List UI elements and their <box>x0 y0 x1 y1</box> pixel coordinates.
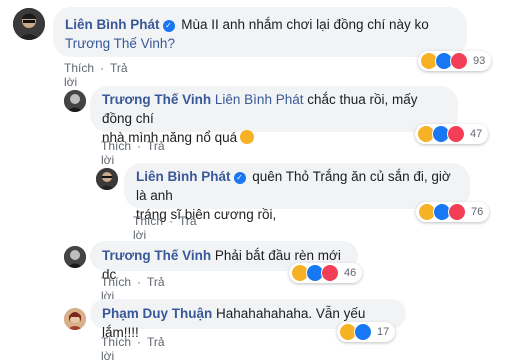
reactions-summary[interactable]: 47 <box>415 124 489 144</box>
like-link[interactable]: Thích <box>101 335 131 349</box>
reactions-summary[interactable]: 46 <box>289 263 363 283</box>
avatar[interactable] <box>96 168 118 190</box>
verified-badge-icon: ✓ <box>162 20 175 32</box>
author-name[interactable]: Trương Thế Vinh <box>102 248 211 263</box>
comment-actions: Thích · Trả lời <box>133 214 197 242</box>
reaction-count: 76 <box>471 206 484 218</box>
mention-link[interactable]: Trương Thế Vinh? <box>65 36 175 51</box>
avatar[interactable] <box>64 308 86 330</box>
love-reaction-icon <box>450 52 468 70</box>
author-name[interactable]: Phạm Duy Thuận <box>102 306 212 321</box>
avatar[interactable] <box>64 246 86 268</box>
comment-bubble: Liên Bình Phát ✓ quên Thỏ Trắng ăn củ sắn… <box>124 163 470 222</box>
love-reaction-icon <box>448 203 466 221</box>
verified-badge-icon: ✓ <box>233 172 246 184</box>
reaction-count: 47 <box>470 128 483 140</box>
avatar[interactable] <box>13 8 45 40</box>
reaction-count: 93 <box>473 55 486 67</box>
reactions-summary[interactable]: 93 <box>418 51 492 71</box>
love-reaction-icon <box>447 125 465 143</box>
avatar[interactable] <box>64 90 86 112</box>
author-name[interactable]: Trương Thế Vinh <box>102 92 211 107</box>
author-name[interactable]: Liên Bình Phát <box>136 169 231 184</box>
like-reaction-icon <box>354 323 372 341</box>
comment-actions: Thích · Trả lời <box>64 61 128 89</box>
sweat-smile-icon <box>240 130 255 144</box>
comment-actions: Thích · Trả lời <box>101 335 165 363</box>
reaction-count: 17 <box>377 326 390 338</box>
reaction-count: 46 <box>344 267 357 279</box>
like-link[interactable]: Thích <box>101 139 131 153</box>
comment-bubble: Trương Thế Vinh Liên Bình Phát chắc thua… <box>90 86 458 145</box>
reactions-summary[interactable]: 76 <box>416 202 490 222</box>
like-link[interactable]: Thích <box>64 61 94 75</box>
mention-link[interactable]: Liên Bình Phát <box>215 92 304 107</box>
reactions-summary[interactable]: 17 <box>337 322 396 342</box>
like-link[interactable]: Thích <box>133 214 163 228</box>
comment-bubble: Liên Bình Phát ✓ Mùa II anh nhắm chơi lại… <box>53 7 467 57</box>
comment-text: Mùa II anh nhắm chơi lại đồng chí này ko <box>181 17 429 32</box>
love-reaction-icon <box>321 264 339 282</box>
author-name[interactable]: Liên Bình Phát <box>65 17 160 32</box>
like-link[interactable]: Thích <box>101 275 131 289</box>
